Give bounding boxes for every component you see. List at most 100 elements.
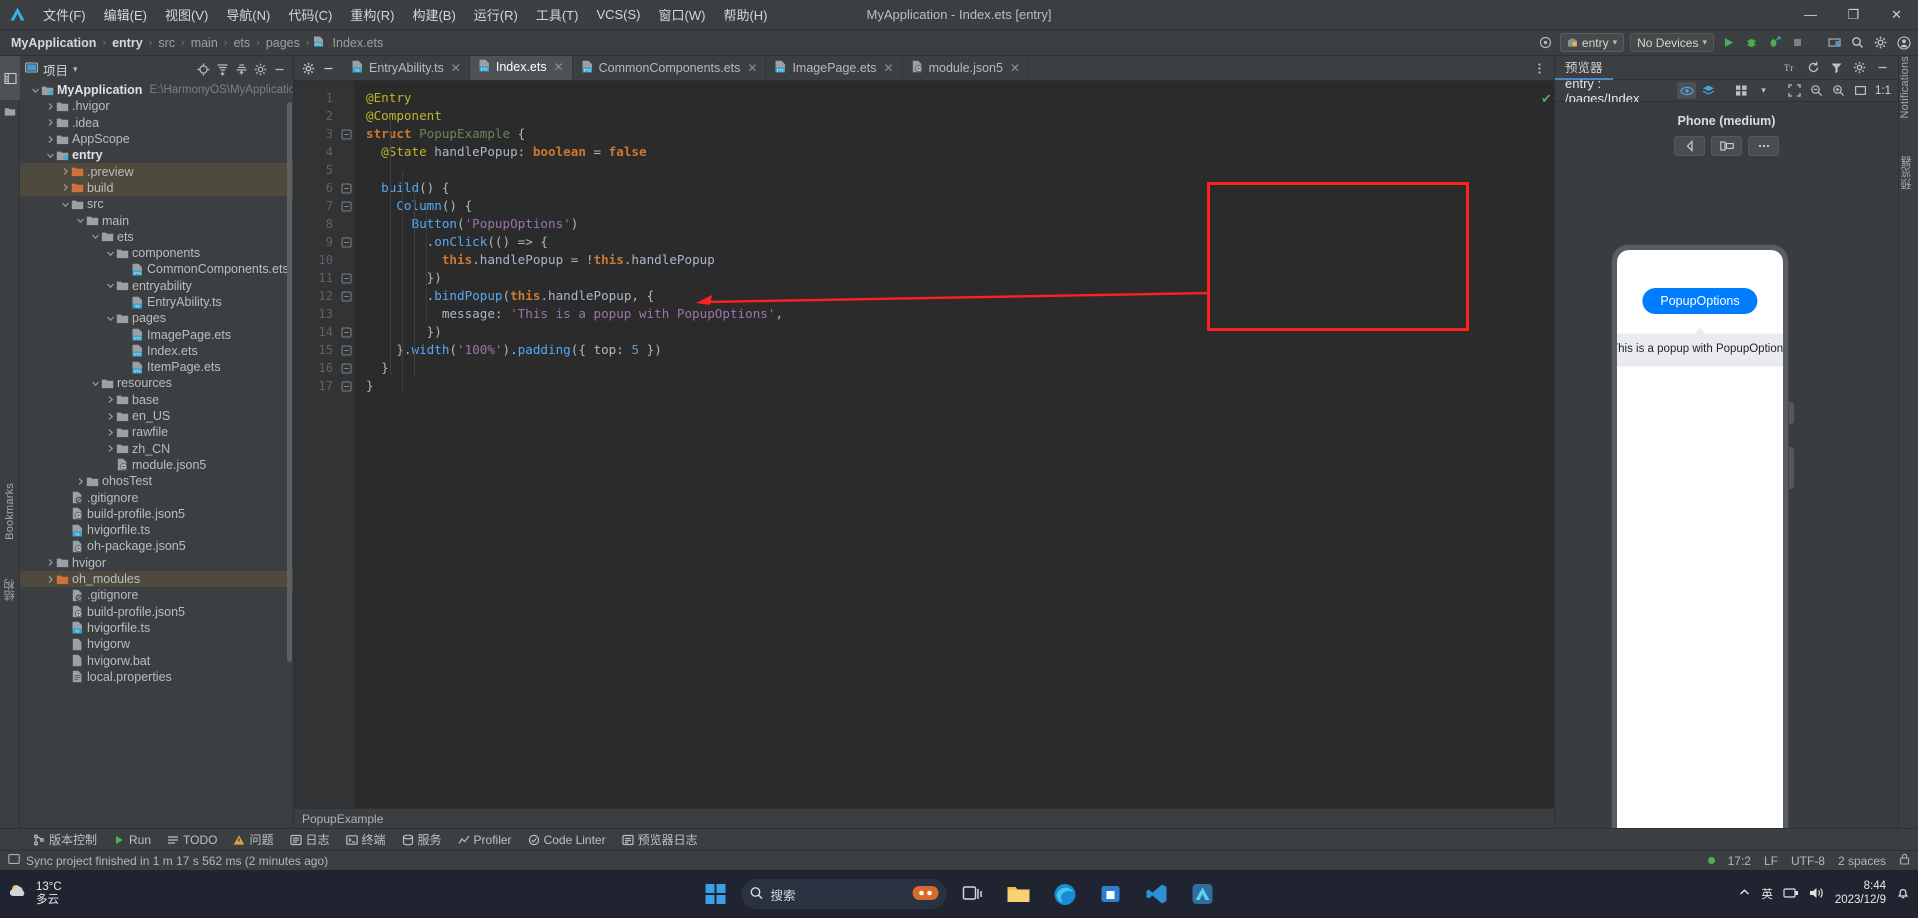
code-line[interactable]: }.width('100%').padding({ top: 5 }): [354, 341, 1540, 359]
tree-node[interactable]: ETS CommonComponents.ets: [20, 261, 293, 277]
tool-version-control[interactable]: 版本控制: [26, 830, 104, 849]
tree-node[interactable]: build-profile.json5: [20, 604, 293, 620]
code-line[interactable]: }: [354, 359, 1540, 377]
device-selector[interactable]: No Devices ▾: [1630, 33, 1714, 52]
status-event-icon[interactable]: [8, 853, 20, 868]
close-icon[interactable]: ✕: [884, 61, 894, 75]
editor-tab-index-ets[interactable]: ETS Index.ets ✕: [469, 56, 573, 80]
search-icon[interactable]: [1849, 34, 1866, 51]
menu-tools[interactable]: 工具(T): [527, 2, 588, 27]
fold-marker[interactable]: [340, 269, 354, 287]
volume-icon[interactable]: [1809, 886, 1825, 903]
rail-notifications-tab[interactable]: Notifications: [1899, 56, 1918, 156]
tree-node[interactable]: main: [20, 212, 293, 228]
breadcrumb-item-pages[interactable]: pages: [263, 35, 303, 51]
scroll-from-source-icon[interactable]: [195, 61, 212, 78]
hide-panel-icon[interactable]: [271, 61, 288, 78]
rail-commit-icon[interactable]: [0, 100, 20, 122]
chevron-right-icon[interactable]: [105, 427, 116, 438]
breadcrumb[interactable]: MyApplication › entry › src › main › ets…: [8, 35, 386, 51]
gear-icon[interactable]: [1850, 59, 1869, 76]
zoom-out-icon[interactable]: [1807, 82, 1826, 99]
multi-device-icon[interactable]: [1732, 82, 1751, 99]
chevron-right-icon[interactable]: [45, 574, 56, 585]
breadcrumb-item-entry[interactable]: entry: [109, 35, 146, 51]
menu-vcs[interactable]: VCS(S): [587, 4, 649, 25]
tree-node[interactable]: rawfile: [20, 424, 293, 440]
tree-node[interactable]: build-profile.json5: [20, 506, 293, 522]
collapse-all-icon[interactable]: [233, 61, 250, 78]
editor-tab-commoncomponents-ets[interactable]: ETS CommonComponents.ets ✕: [573, 56, 767, 80]
menu-window[interactable]: 窗口(W): [650, 2, 715, 27]
breadcrumb-item-file[interactable]: Index.ets: [330, 35, 387, 51]
project-tree-scrollbar[interactable]: [287, 102, 292, 662]
tree-node[interactable]: TS hvigorfile.ts: [20, 522, 293, 538]
more-device-options-button[interactable]: [1748, 136, 1779, 156]
chevron-down-icon[interactable]: [30, 85, 41, 96]
breadcrumb-item-ets[interactable]: ets: [230, 35, 253, 51]
tree-node[interactable]: components: [20, 245, 293, 261]
rail-previewer-tab[interactable]: 预览器: [1899, 156, 1918, 214]
project-tree[interactable]: MyApplication E:\HarmonyOS\MyApplicatio .h…: [20, 82, 293, 828]
tree-node[interactable]: src: [20, 196, 293, 212]
notification-bell-icon[interactable]: [1896, 886, 1910, 903]
orientation-button[interactable]: [1711, 136, 1742, 156]
breadcrumb-item-src[interactable]: src: [155, 35, 178, 51]
tree-node[interactable]: .preview: [20, 163, 293, 180]
editor-tabs[interactable]: TS EntryAbility.ts ✕ ETS Index.ets ✕ ETS Common…: [343, 56, 1030, 80]
minimize-button[interactable]: —: [1789, 0, 1832, 30]
lock-icon[interactable]: [1899, 853, 1910, 868]
tool-previewer-log[interactable]: 预览器日志: [615, 830, 705, 849]
tool-code-linter[interactable]: Code Linter: [521, 832, 613, 848]
tool-services[interactable]: 服务: [395, 830, 449, 849]
chevron-down-icon[interactable]: [105, 280, 116, 291]
hvigor-sync-icon[interactable]: [1537, 34, 1554, 51]
stop-button[interactable]: [1789, 34, 1806, 51]
zoom-in-icon[interactable]: [1829, 82, 1848, 99]
fold-marker[interactable]: [340, 341, 354, 359]
tree-node[interactable]: oh-package.json5: [20, 538, 293, 554]
editor-code-content[interactable]: @Entry @Component struct PopupExample { @S…: [354, 81, 1540, 808]
explorer-icon[interactable]: [999, 874, 1039, 914]
menu-edit[interactable]: 编辑(E): [95, 2, 156, 27]
chevron-right-icon[interactable]: [105, 394, 116, 405]
fold-marker[interactable]: [340, 377, 354, 395]
tree-node[interactable]: ETS Index.ets: [20, 343, 293, 359]
chevron-down-icon[interactable]: [60, 199, 71, 210]
editor-marker-bar[interactable]: ✔: [1540, 81, 1554, 808]
close-icon[interactable]: ✕: [747, 61, 757, 75]
tree-node[interactable]: en_US: [20, 408, 293, 424]
chevron-right-icon[interactable]: [45, 101, 56, 112]
editor-area[interactable]: 1 2 3 4 5 6 7 8 9 10 11 12 13 14 15 16 17 @Entry @Compone…: [294, 81, 1554, 808]
menu-refactor[interactable]: 重构(R): [341, 2, 403, 27]
close-icon[interactable]: ✕: [451, 61, 461, 75]
code-line[interactable]: struct PopupExample {: [354, 125, 1540, 143]
chevron-down-icon[interactable]: [105, 313, 116, 324]
caret-position[interactable]: 17:2: [1728, 854, 1751, 868]
chevron-right-icon[interactable]: [45, 557, 56, 568]
popup-options-button[interactable]: PopupOptions: [1642, 288, 1758, 314]
tree-node[interactable]: hvigorw.bat: [20, 652, 293, 668]
code-line[interactable]: Column() {: [354, 197, 1540, 215]
fold-marker[interactable]: [340, 287, 354, 305]
tree-node[interactable]: entryability: [20, 278, 293, 294]
chevron-up-icon[interactable]: [1738, 886, 1751, 902]
gear-icon[interactable]: [1872, 34, 1889, 51]
editor-tab-entryability-ts[interactable]: TS EntryAbility.ts ✕: [343, 56, 470, 80]
code-line[interactable]: @Component: [354, 107, 1540, 125]
tree-node[interactable]: zh_CN: [20, 441, 293, 457]
tree-node[interactable]: TS hvigorfile.ts: [20, 620, 293, 636]
hide-panel-icon[interactable]: [1873, 59, 1892, 76]
run-config-selector[interactable]: entry ▾: [1559, 33, 1625, 52]
chevron-down-icon[interactable]: [45, 150, 56, 161]
code-line[interactable]: .bindPopup(this.handlePopup, {: [354, 287, 1540, 305]
window-controls[interactable]: — ❐ ✕: [1789, 0, 1918, 30]
chevron-down-icon[interactable]: ▾: [73, 64, 78, 75]
chevron-right-icon[interactable]: [60, 166, 71, 177]
chevron-down-icon[interactable]: [90, 378, 101, 389]
line-separator[interactable]: LF: [1764, 854, 1778, 868]
ime-indicator[interactable]: 英: [1761, 886, 1773, 902]
breadcrumb-item-main[interactable]: main: [188, 35, 221, 51]
tree-node[interactable]: ets: [20, 229, 293, 245]
tree-node[interactable]: .idea: [20, 115, 293, 131]
